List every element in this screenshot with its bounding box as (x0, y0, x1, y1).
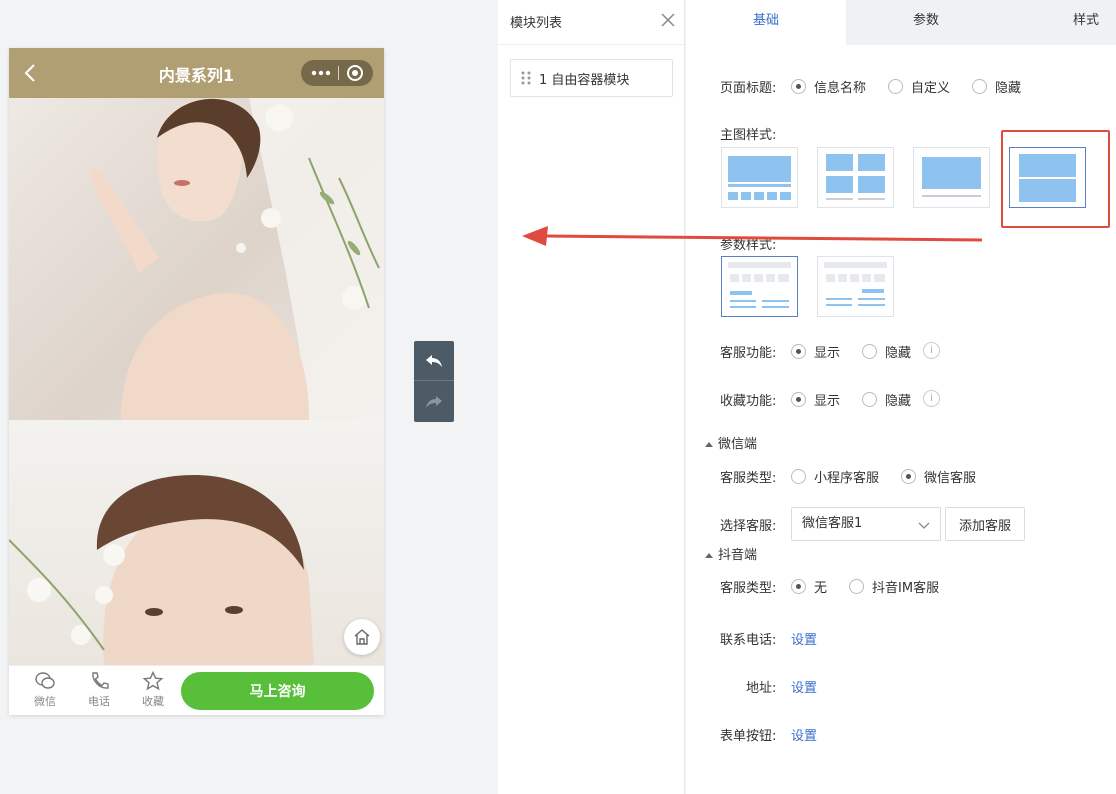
favorite-option-show[interactable]: 显示 (791, 390, 840, 409)
phone-label: 电话 (88, 695, 110, 708)
caret-up-icon (705, 553, 713, 558)
favorite-label: 收藏功能: (720, 394, 777, 409)
page-title-option-custom[interactable]: 自定义 (888, 77, 950, 96)
caret-up-icon (705, 442, 713, 447)
bride-photo-2 (9, 420, 384, 665)
consult-button[interactable]: 马上咨询 (181, 672, 374, 710)
page-title-label: 页面标题: (720, 81, 777, 96)
option-douyin-im[interactable]: 抖音IM客服 (849, 577, 939, 596)
chevron-down-icon (918, 522, 930, 529)
radio-icon[interactable] (791, 579, 806, 594)
module-list-header: 模块列表 (498, 0, 684, 45)
wechat-icon (35, 672, 55, 689)
page-title-options: 信息名称 自定义 隐藏 (791, 77, 1043, 96)
module-list-title: 模块列表 (510, 16, 563, 31)
radio-icon[interactable] (791, 469, 806, 484)
redo-icon (426, 396, 442, 408)
redo-button[interactable] (414, 382, 454, 422)
wechat-section-toggle[interactable]: 微信端 (705, 433, 757, 452)
radio-icon[interactable] (791, 344, 806, 359)
bride-photo-1 (9, 98, 384, 420)
main-style-thumb-2[interactable] (817, 147, 894, 208)
radio-icon[interactable] (888, 79, 904, 94)
more-icon[interactable] (311, 70, 331, 76)
wechat-tab[interactable]: 微信 (25, 671, 65, 709)
module-list-item[interactable]: 1 自由容器模块 (510, 59, 673, 97)
radio-icon[interactable] (849, 579, 865, 594)
info-icon[interactable]: i (923, 342, 940, 359)
add-service-button[interactable]: 添加客服 (945, 507, 1025, 541)
douyin-section-toggle[interactable]: 抖音端 (705, 544, 757, 563)
info-icon[interactable]: i (923, 390, 940, 407)
select-service-label: 选择客服: (720, 519, 777, 534)
radio-icon[interactable] (901, 469, 917, 484)
settings-tabs: 基础 参数 样式 (686, 0, 1116, 45)
param-style-thumb-2[interactable] (817, 256, 894, 317)
wechat-service-type-options: 小程序客服 微信客服 (791, 467, 998, 486)
drag-handle-icon[interactable] (521, 71, 531, 85)
form-button-set-link[interactable]: 设置 (791, 725, 817, 744)
undo-icon (426, 354, 442, 367)
favorite-tab[interactable]: 收藏 (133, 671, 173, 709)
highlight-frame (1001, 130, 1110, 228)
phone-icon (92, 672, 109, 689)
mini-program-capsule[interactable] (301, 60, 373, 86)
page-title-option-hide[interactable]: 隐藏 (972, 77, 1021, 96)
service-options: 显示 隐藏 (791, 342, 933, 361)
service-option-hide[interactable]: 隐藏 (862, 342, 911, 361)
home-icon (354, 629, 370, 645)
address-set-link[interactable]: 设置 (791, 677, 817, 696)
radio-icon[interactable] (862, 392, 878, 407)
favorite-label: 收藏 (142, 695, 164, 708)
phone-preview: 内景系列1 微信 电话 收藏 马上咨询 (9, 48, 384, 715)
undo-redo-panel (414, 341, 454, 422)
douyin-service-type-options: 无 抖音IM客服 (791, 577, 961, 596)
param-style-thumb-1[interactable] (721, 256, 798, 317)
tab-params[interactable]: 参数 (846, 0, 1006, 45)
service-select-value: 微信客服1 (802, 516, 863, 531)
param-style-label: 参数样式: (720, 238, 777, 253)
favorite-option-hide[interactable]: 隐藏 (862, 390, 911, 409)
main-style-label: 主图样式: (720, 128, 777, 143)
close-icon[interactable] (660, 12, 676, 28)
page-title-option-name[interactable]: 信息名称 (791, 77, 866, 96)
tab-basic[interactable]: 基础 (686, 0, 846, 45)
capsule-divider (337, 66, 339, 80)
module-item-label: 1 自由容器模块 (539, 72, 630, 88)
target-close-icon[interactable] (346, 64, 364, 82)
contact-phone-set-link[interactable]: 设置 (791, 629, 817, 648)
radio-icon[interactable] (862, 344, 878, 359)
favorite-options: 显示 隐藏 (791, 390, 933, 409)
tab-style[interactable]: 样式 (1036, 0, 1116, 45)
bottom-bar: 微信 电话 收藏 马上咨询 (9, 665, 384, 715)
option-mini-program-service[interactable]: 小程序客服 (791, 467, 879, 486)
star-icon (142, 671, 164, 691)
phone-header: 内景系列1 (9, 48, 384, 98)
settings-panel: 基础 参数 样式 页面标题: 信息名称 自定义 隐藏 主图样式: 参数样式: 客… (686, 0, 1116, 794)
option-none[interactable]: 无 (791, 577, 827, 596)
home-button[interactable] (344, 619, 380, 655)
service-label: 客服功能: (720, 346, 777, 361)
service-select[interactable]: 微信客服1 (791, 507, 941, 541)
form-button-label: 表单按钮: (720, 729, 777, 744)
douyin-service-type-label: 客服类型: (720, 581, 777, 596)
radio-icon[interactable] (791, 392, 806, 407)
main-style-thumb-3[interactable] (913, 147, 990, 208)
contact-phone-label: 联系电话: (720, 633, 777, 648)
option-wechat-service[interactable]: 微信客服 (901, 467, 976, 486)
radio-icon[interactable] (972, 79, 988, 94)
phone-tab[interactable]: 电话 (79, 671, 119, 709)
module-list-panel: 模块列表 1 自由容器模块 (498, 0, 685, 794)
wechat-label: 微信 (34, 695, 56, 708)
service-option-show[interactable]: 显示 (791, 342, 840, 361)
wechat-service-type-label: 客服类型: (720, 471, 777, 486)
undo-button[interactable] (414, 341, 454, 381)
address-label: 地址: (746, 681, 777, 696)
radio-icon[interactable] (791, 79, 806, 94)
main-style-thumb-1[interactable] (721, 147, 798, 208)
